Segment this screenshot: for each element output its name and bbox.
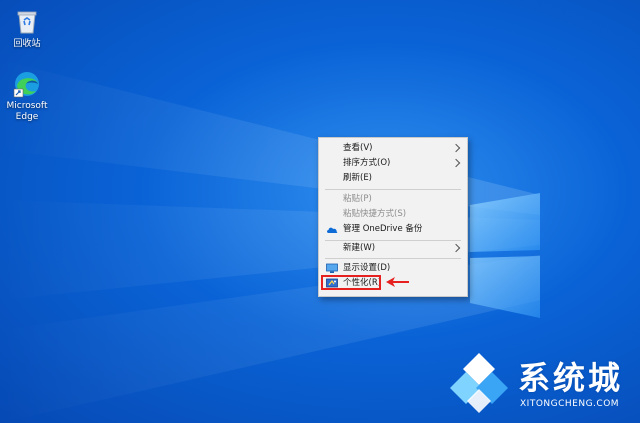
desktop-icon-microsoft-edge[interactable]: Microsoft Edge [0,70,54,123]
menu-item-display-settings[interactable]: 显示设置(D) [319,261,467,276]
menu-item-refresh[interactable]: 刷新(E) [319,171,467,186]
menu-item-paste-shortcut[interactable]: 粘贴快捷方式(S) [319,207,467,222]
watermark-url: XITONGCHENG.COM [520,399,620,409]
menu-separator [325,189,461,190]
recycle-bin-icon [17,11,37,34]
edge-browser-icon [13,72,39,98]
menu-item-label: 显示设置(D) [343,263,391,273]
onedrive-cloud-icon [327,227,338,233]
chevron-right-icon [451,143,461,153]
display-settings-icon [326,263,338,273]
annotation-arrow-icon [386,277,409,287]
desktop-icon-label: 回收站 [13,39,41,49]
menu-item-sort-by[interactable]: 排序方式(O) [319,156,467,171]
desktop-icon-label: Microsoft Edge [6,101,48,122]
menu-item-label: 管理 OneDrive 备份 [343,224,423,234]
menu-item-label: 新建(W) [343,243,376,253]
menu-item-onedrive-backup[interactable]: 管理 OneDrive 备份 [319,222,467,237]
chevron-right-icon [451,243,461,253]
menu-item-label: 查看(V) [343,143,373,153]
menu-item-paste[interactable]: 粘贴(P) [319,192,467,207]
watermark-brand-text: 系统城 [518,359,624,397]
desktop-icon-recycle-bin[interactable]: 回收站 [0,8,54,50]
menu-item-label: 刷新(E) [343,173,373,183]
menu-item-new[interactable]: 新建(W) [319,241,467,256]
watermark-logo-icon [450,353,508,413]
menu-separator [325,258,461,259]
annotation-highlight-box [321,275,381,290]
menu-item-label: 粘贴(P) [343,194,372,204]
desktop-context-menu: 查看(V) 排序方式(O) 刷新(E) 粘贴(P) 粘贴快捷方式(S) 管理 O… [318,137,468,297]
menu-item-view[interactable]: 查看(V) [319,141,467,156]
watermark: 系统城 XITONGCHENG.COM [446,349,636,415]
menu-item-label: 排序方式(O) [343,158,391,168]
chevron-right-icon [451,158,461,168]
menu-item-label: 粘贴快捷方式(S) [343,209,407,219]
desktop-background: 回收站 Microsoft Edge 查看(V) 排序方式(O) 刷新(E) 粘… [0,0,640,423]
